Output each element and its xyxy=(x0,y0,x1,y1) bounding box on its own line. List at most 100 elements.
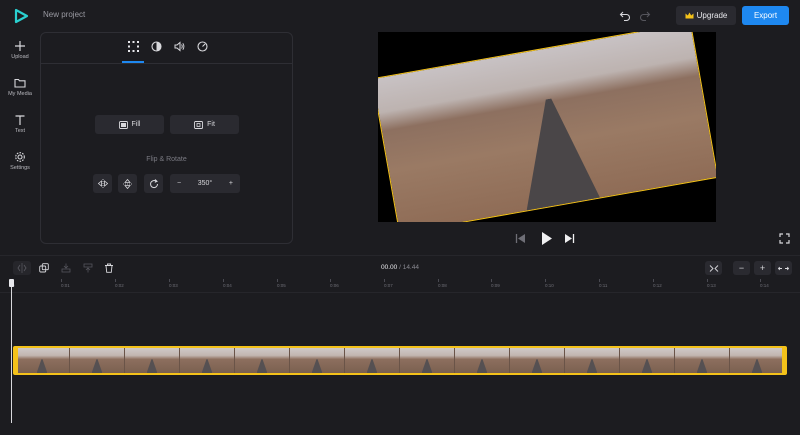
ruler-tick: 0:07 xyxy=(384,279,393,288)
ruler-tick: 0:04 xyxy=(223,279,232,288)
upgrade-button[interactable]: Upgrade xyxy=(676,6,736,25)
export-button[interactable]: Export xyxy=(742,6,789,25)
tab-speed[interactable] xyxy=(191,41,213,63)
sidebar-item-my-media[interactable]: My Media xyxy=(0,77,40,107)
zoom-out-button[interactable]: − xyxy=(733,261,750,275)
playhead-handle[interactable] xyxy=(9,279,14,287)
expand-timeline-button[interactable] xyxy=(775,261,792,275)
delete-button[interactable] xyxy=(100,261,118,275)
panel-tabs xyxy=(41,33,292,64)
ruler-tick: 0:09 xyxy=(491,279,500,288)
clip-thumbnail xyxy=(565,348,620,373)
split-icon xyxy=(17,263,27,273)
current-time: 00.00 xyxy=(381,264,398,271)
skip-back-icon[interactable] xyxy=(515,233,526,244)
play-icon[interactable] xyxy=(540,231,553,246)
clip-thumbnail xyxy=(400,348,455,373)
flip-vertical-icon xyxy=(123,178,132,189)
move-up-button[interactable] xyxy=(79,261,97,275)
clip-thumbnail xyxy=(15,348,70,373)
clip-thumbnail xyxy=(730,348,785,373)
ruler-tick: 0:14 xyxy=(760,279,769,288)
flip-horizontal-icon xyxy=(97,179,108,188)
time-ruler[interactable]: 0 0:01 0:02 0:03 0:04 0:05 0:06 0:07 0:0… xyxy=(0,279,800,293)
sidebar-item-label: My Media xyxy=(8,91,32,97)
logo-icon[interactable] xyxy=(13,8,29,24)
project-title[interactable]: New project xyxy=(43,10,85,19)
clip-thumbnail xyxy=(180,348,235,373)
clip-thumbnail xyxy=(620,348,675,373)
ruler-tick: 0:01 xyxy=(61,279,70,288)
folder-icon xyxy=(14,78,26,88)
clip-thumbnail xyxy=(675,348,730,373)
road-image xyxy=(500,92,611,222)
fill-icon xyxy=(118,120,128,129)
total-time: 14.44 xyxy=(402,264,419,271)
crown-icon xyxy=(685,12,694,19)
undo-icon[interactable] xyxy=(619,9,631,21)
sidebar-item-settings[interactable]: Settings xyxy=(0,151,40,181)
duplicate-button[interactable] xyxy=(35,261,53,275)
fit-icon xyxy=(194,120,204,129)
tab-audio[interactable] xyxy=(168,41,190,63)
video-frame[interactable] xyxy=(378,32,716,222)
sidebar-item-label: Text xyxy=(14,128,26,134)
ruler-tick: 0:12 xyxy=(653,279,662,288)
sidebar-item-label: Settings xyxy=(10,165,30,171)
layer-up-icon xyxy=(83,263,93,273)
ruler-tick: 0:11 xyxy=(599,279,608,288)
redo-icon[interactable] xyxy=(639,9,651,21)
flip-horizontal-button[interactable] xyxy=(93,174,112,193)
ruler-tick: 0:03 xyxy=(169,279,178,288)
plus-icon xyxy=(15,41,25,51)
rotation-minus-button[interactable]: − xyxy=(177,180,181,187)
speaker-icon xyxy=(174,41,184,52)
rotation-plus-button[interactable]: + xyxy=(229,180,233,187)
clip-thumbnail xyxy=(235,348,290,373)
shuffle-icon xyxy=(709,264,718,272)
video-preview[interactable] xyxy=(378,32,716,222)
contrast-icon xyxy=(150,41,162,52)
text-icon xyxy=(15,115,25,125)
fit-timeline-button[interactable] xyxy=(705,261,722,275)
fullscreen-icon[interactable] xyxy=(779,233,790,244)
fit-button[interactable]: Fit xyxy=(170,115,239,134)
flip-vertical-button[interactable] xyxy=(118,174,137,193)
duplicate-icon xyxy=(39,263,49,273)
split-button[interactable] xyxy=(13,261,31,275)
clip-thumbnail xyxy=(510,348,565,373)
zoom-in-button[interactable]: + xyxy=(754,261,771,275)
fill-label: Fill xyxy=(131,121,141,128)
clip-trim-end-handle[interactable] xyxy=(782,346,787,375)
skip-forward-icon[interactable] xyxy=(564,233,575,244)
tab-crop[interactable] xyxy=(122,41,144,63)
gear-icon xyxy=(15,152,25,162)
timeline-toolbar: 00.00 / 14.44 − + xyxy=(0,255,800,279)
playhead-line[interactable] xyxy=(11,283,12,423)
ruler-tick: 0:13 xyxy=(707,279,716,288)
sidebar-item-text[interactable]: Text xyxy=(0,114,40,144)
ruler-tick: 0:02 xyxy=(115,279,124,288)
ruler-tick: 0:05 xyxy=(277,279,286,288)
timecode: 00.00 / 14.44 xyxy=(381,264,419,271)
fill-button[interactable]: Fill xyxy=(95,115,164,134)
clip-thumbnail xyxy=(70,348,125,373)
trash-icon xyxy=(105,263,113,273)
rotation-stepper[interactable]: − 350° + xyxy=(170,174,240,193)
top-bar: New project Upgrade Export xyxy=(0,0,800,32)
move-down-button[interactable] xyxy=(57,261,75,275)
clip-thumbnail xyxy=(290,348,345,373)
rotate-button[interactable] xyxy=(144,174,163,193)
rotation-value[interactable]: 350° xyxy=(198,180,212,187)
properties-panel: Fill Fit Flip & Rotate − 350° + xyxy=(40,32,293,244)
sidebar-item-upload[interactable]: Upload xyxy=(0,40,40,70)
video-clip[interactable] xyxy=(13,346,787,375)
crop-grid-icon xyxy=(127,41,139,52)
clip-trim-start-handle[interactable] xyxy=(13,346,18,375)
clip-thumbnail xyxy=(455,348,510,373)
expand-arrows-icon xyxy=(778,266,789,270)
tab-filters[interactable] xyxy=(145,41,167,63)
speedometer-icon xyxy=(196,41,208,52)
ruler-tick: 0:10 xyxy=(545,279,554,288)
ruler-tick: 0:08 xyxy=(438,279,447,288)
